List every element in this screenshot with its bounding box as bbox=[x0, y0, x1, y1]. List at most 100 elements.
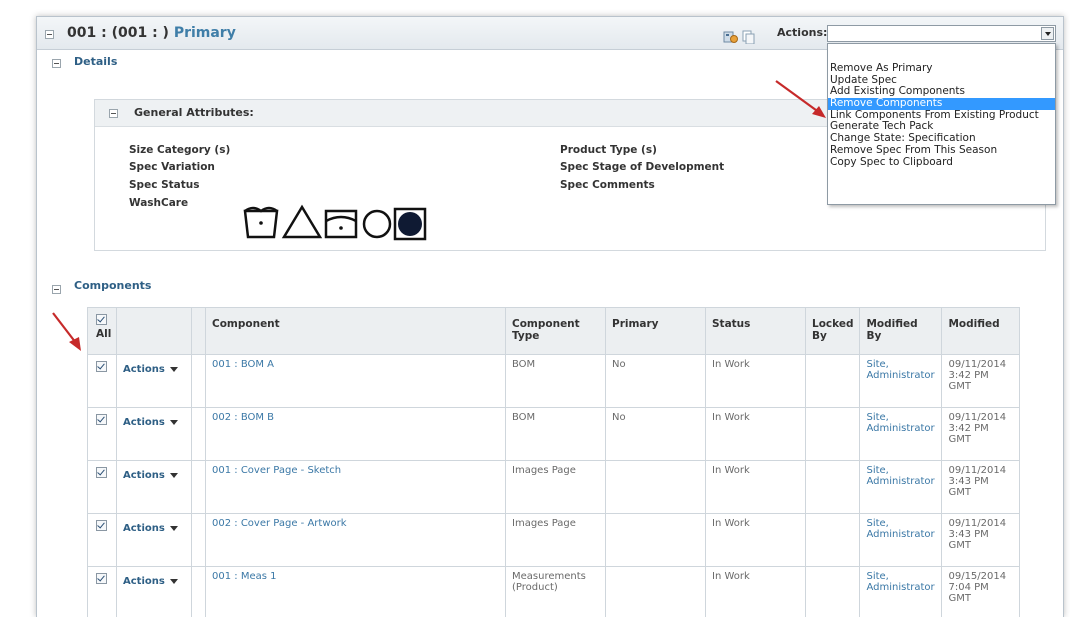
menu-item-remove-spec-from-season[interactable]: Remove Spec From This Season bbox=[828, 145, 1055, 157]
row-actions-label: Actions bbox=[123, 470, 165, 481]
component-link[interactable]: 002 : Cover Page - Artwork bbox=[206, 514, 506, 567]
modified-by-link[interactable]: Site, Administrator bbox=[860, 408, 942, 461]
row-select-cell bbox=[88, 355, 117, 408]
component-locked-by bbox=[806, 408, 860, 461]
component-status: In Work bbox=[706, 408, 806, 461]
row-actions-label: Actions bbox=[123, 576, 165, 587]
modified-date: 09/11/2014 3:43 PM GMT bbox=[942, 461, 1020, 514]
row-actions-button[interactable]: Actions bbox=[117, 355, 192, 408]
actions-menu: Remove As Primary Update Spec Add Existi… bbox=[827, 43, 1056, 205]
modified-by-link[interactable]: Site, Administrator bbox=[860, 461, 942, 514]
annotation-arrow-menu bbox=[772, 77, 832, 127]
row-actions-button[interactable]: Actions bbox=[117, 408, 192, 461]
component-primary bbox=[606, 514, 706, 567]
component-primary: No bbox=[606, 355, 706, 408]
modified-date: 09/15/2014 7:04 PM GMT bbox=[942, 567, 1020, 617]
select-all-checkbox[interactable] bbox=[96, 314, 107, 325]
collapse-general-attributes-toggle[interactable] bbox=[109, 109, 118, 118]
row-checkbox[interactable] bbox=[96, 520, 107, 531]
row-checkbox[interactable] bbox=[96, 573, 107, 584]
col-modified-header[interactable]: Modified bbox=[942, 308, 1020, 355]
row-actions-button[interactable]: Actions bbox=[117, 461, 192, 514]
component-status: In Work bbox=[706, 461, 806, 514]
row-spacer bbox=[192, 567, 206, 617]
component-status: In Work bbox=[706, 355, 806, 408]
component-type: Images Page bbox=[506, 461, 606, 514]
table-row: Actions 002 : Cover Page - Artwork Image… bbox=[88, 514, 1020, 567]
tumble-dry-icon bbox=[326, 211, 356, 237]
col-status-header[interactable]: Status bbox=[706, 308, 806, 355]
component-locked-by bbox=[806, 567, 860, 617]
row-spacer bbox=[192, 408, 206, 461]
select-all-header: All bbox=[88, 308, 117, 355]
col-spacer-header bbox=[192, 308, 206, 355]
actions-label: Actions: bbox=[777, 26, 827, 39]
row-actions-label: Actions bbox=[123, 417, 165, 428]
modified-by-link[interactable]: Site, Administrator bbox=[860, 514, 942, 567]
copy-icon[interactable] bbox=[743, 31, 754, 44]
chevron-down-icon[interactable] bbox=[1041, 27, 1054, 40]
row-select-cell bbox=[88, 461, 117, 514]
component-primary bbox=[606, 461, 706, 514]
components-heading[interactable]: Components bbox=[74, 279, 151, 292]
row-checkbox[interactable] bbox=[96, 414, 107, 425]
menu-item-remove-components[interactable]: Remove Components bbox=[828, 98, 1055, 110]
annotation-arrow-select-all bbox=[49, 309, 89, 359]
menu-item-remove-as-primary[interactable]: Remove As Primary bbox=[828, 63, 1055, 75]
caret-down-icon bbox=[170, 579, 178, 584]
caret-down-icon bbox=[170, 473, 178, 478]
row-checkbox[interactable] bbox=[96, 467, 107, 478]
table-row: Actions 002 : BOM B BOM No In Work Site,… bbox=[88, 408, 1020, 461]
modified-date: 09/11/2014 3:42 PM GMT bbox=[942, 408, 1020, 461]
component-status: In Work bbox=[706, 514, 806, 567]
header-icons bbox=[723, 28, 763, 48]
col-locked-header[interactable]: Locked By bbox=[806, 308, 860, 355]
row-actions-label: Actions bbox=[123, 364, 165, 375]
component-type: BOM bbox=[506, 408, 606, 461]
collapse-spec-toggle[interactable] bbox=[45, 30, 54, 39]
component-locked-by bbox=[806, 461, 860, 514]
row-select-cell bbox=[88, 567, 117, 617]
field-washcare: WashCare bbox=[129, 197, 188, 209]
field-size-category: Size Category (s) bbox=[129, 144, 230, 156]
col-actions-header bbox=[117, 308, 192, 355]
row-checkbox[interactable] bbox=[96, 361, 107, 372]
component-link[interactable]: 002 : BOM B bbox=[206, 408, 506, 461]
row-actions-button[interactable]: Actions bbox=[117, 567, 192, 617]
modified-by-link[interactable]: Site, Administrator bbox=[860, 567, 942, 617]
collapse-components-toggle[interactable] bbox=[52, 285, 61, 294]
collapse-details-toggle[interactable] bbox=[52, 59, 61, 68]
col-type-header[interactable]: Component Type bbox=[506, 308, 606, 355]
field-spec-variation: Spec Variation bbox=[129, 161, 215, 173]
field-product-type: Product Type (s) bbox=[560, 144, 657, 156]
field-spec-stage: Spec Stage of Development bbox=[560, 161, 724, 173]
col-component-header[interactable]: Component bbox=[206, 308, 506, 355]
row-select-cell bbox=[88, 514, 117, 567]
component-link[interactable]: 001 : Meas 1 bbox=[206, 567, 506, 617]
menu-item-copy-spec[interactable]: Copy Spec to Clipboard bbox=[828, 157, 1055, 169]
caret-down-icon bbox=[170, 526, 178, 531]
details-heading[interactable]: Details bbox=[74, 55, 117, 68]
actions-dropdown[interactable] bbox=[827, 25, 1056, 42]
tech-pack-icon[interactable] bbox=[724, 32, 738, 43]
col-primary-header[interactable]: Primary bbox=[606, 308, 706, 355]
component-type: Images Page bbox=[506, 514, 606, 567]
row-spacer bbox=[192, 514, 206, 567]
select-all-label: All bbox=[96, 328, 111, 340]
component-link[interactable]: 001 : Cover Page - Sketch bbox=[206, 461, 506, 514]
modified-by-link[interactable]: Site, Administrator bbox=[860, 355, 942, 408]
table-header-row: All Component Component Type Primary Sta… bbox=[88, 308, 1020, 355]
modified-date: 09/11/2014 3:43 PM GMT bbox=[942, 514, 1020, 567]
field-spec-comments: Spec Comments bbox=[560, 179, 655, 191]
component-type: BOM bbox=[506, 355, 606, 408]
col-modified-by-header[interactable]: Modified By bbox=[860, 308, 942, 355]
components-table: All Component Component Type Primary Sta… bbox=[87, 307, 1020, 617]
component-link[interactable]: 001 : BOM A bbox=[206, 355, 506, 408]
washcare-symbols bbox=[242, 203, 452, 241]
row-spacer bbox=[192, 355, 206, 408]
bleach-triangle-icon bbox=[284, 207, 320, 237]
caret-down-icon bbox=[170, 420, 178, 425]
row-actions-button[interactable]: Actions bbox=[117, 514, 192, 567]
table-row: Actions 001 : Meas 1 Measurements (Produ… bbox=[88, 567, 1020, 617]
general-attributes-title: General Attributes: bbox=[134, 106, 254, 119]
